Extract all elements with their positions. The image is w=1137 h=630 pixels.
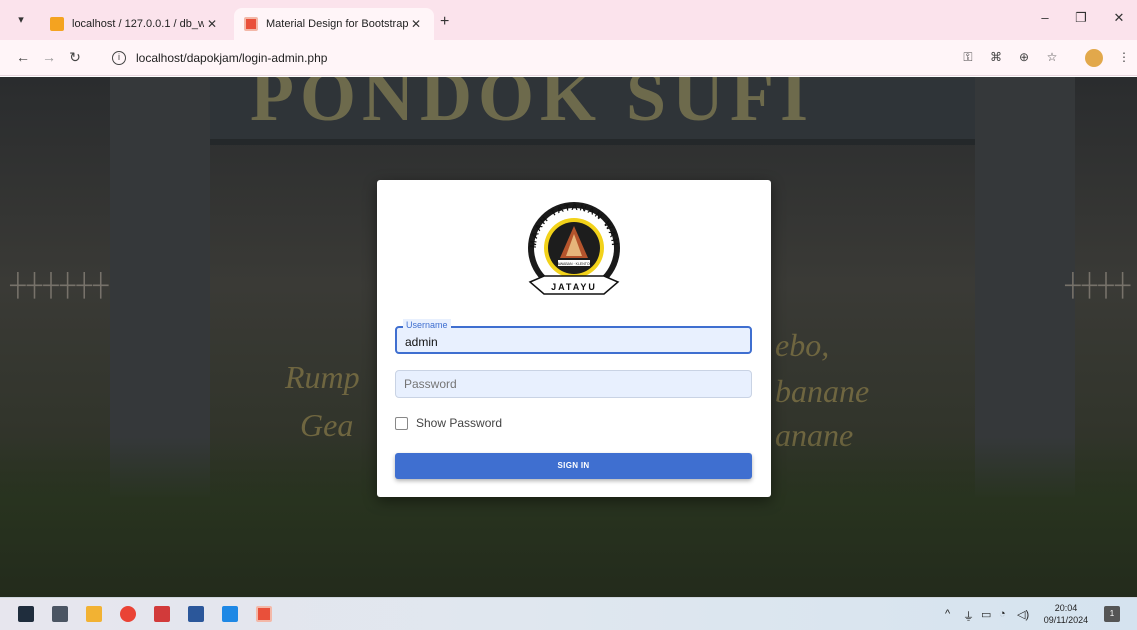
password-field[interactable] [395,370,752,398]
jatayu-logo: JAWABAN · KLENTON JAMAAH TATANAN WAHYU J… [514,186,620,295]
battery-icon[interactable]: ▭ [981,608,991,621]
background-script-text: ebo, [775,327,830,363]
tab-title: Material Design for Bootstrap [266,18,408,30]
show-password-label: Show Password [416,416,503,430]
chrome-icon[interactable] [120,606,136,622]
background-script-text: banane [775,373,870,409]
app-icon[interactable] [154,606,170,622]
back-arrow-icon[interactable]: ← [14,49,32,65]
new-tab-button[interactable]: + [440,13,449,31]
clock-time: 20:04 [1054,603,1078,613]
background-pillar [110,77,210,497]
clock[interactable]: 20:04 09/11/2024 [1040,602,1092,626]
mdb-app-icon[interactable] [256,606,272,622]
password-input[interactable] [396,371,751,397]
url-field[interactable]: i localhost/dapokjam/login-admin.php [100,46,940,70]
tab-phpmyadmin[interactable]: localhost / 127.0.0.1 / db_warg ✕ [40,8,230,40]
task-view-icon[interactable] [52,606,68,622]
browser-tab-bar: ▾ localhost / 127.0.0.1 / db_warg ✕ Mate… [0,0,1137,40]
wifi-icon[interactable]: ◔ [999,608,1006,620]
login-card: JAWABAN · KLENTON JAMAAH TATANAN WAHYU J… [377,180,771,497]
volume-icon[interactable]: ◁) [1017,608,1029,621]
chevron-down-icon[interactable]: ▾ [12,11,30,29]
reload-icon[interactable]: ↻ [66,49,84,66]
username-input[interactable] [397,328,750,352]
file-explorer-icon[interactable] [86,606,102,622]
tab-title: localhost / 127.0.0.1 / db_warg [72,18,204,30]
taskbar: ^ ⏚ ▭ ◔ ◁) 20:04 09/11/2024 1 [0,597,1137,630]
notification-icon[interactable]: 1 [1104,606,1120,622]
word-icon[interactable] [188,606,204,622]
tab-material-design[interactable]: Material Design for Bootstrap ✕ [234,8,434,40]
address-bar: ← → ↻ i localhost/dapokjam/login-admin.p… [0,40,1137,76]
zoom-icon[interactable]: ⊕ [1016,50,1032,64]
key-icon[interactable]: ⚿ [960,50,976,65]
windows-start-icon[interactable] [18,606,34,622]
kebab-menu-icon[interactable]: ⋮ [1116,50,1132,64]
site-info-icon[interactable]: i [112,51,126,65]
star-icon[interactable]: ☆ [1044,50,1060,64]
close-icon[interactable]: ✕ [408,17,424,31]
vscode-icon[interactable] [222,606,238,622]
translate-icon[interactable]: ⌘ [988,50,1004,64]
profile-avatar[interactable] [1085,49,1103,67]
restore-icon[interactable]: ❐ [1071,10,1091,26]
window-close-icon[interactable]: ✕ [1109,10,1129,26]
show-password-toggle[interactable]: Show Password [395,416,502,430]
url-text: localhost/dapokjam/login-admin.php [136,51,328,65]
background-script-text: Rump [285,359,360,395]
logo-inner-text: JAWABAN · KLENTON [556,262,593,266]
show-password-checkbox[interactable] [395,416,408,430]
background-sign-text: PONDOK SUFI [250,77,815,136]
username-field[interactable]: Username [395,319,752,354]
background-pillar [975,77,1075,497]
chevron-up-icon[interactable]: ^ [945,608,950,620]
usb-icon[interactable]: ⏚ [963,608,974,624]
logo-banner-text: JATAYU [551,282,597,292]
username-label: Username [403,319,451,331]
clock-date: 09/11/2024 [1043,615,1089,625]
forward-arrow-icon[interactable]: → [40,49,58,65]
mdb-favicon [244,17,258,31]
phpmyadmin-favicon [50,17,64,31]
background-fence: ┼┼┼┼┼┼ [10,272,110,297]
background-fence: ┼┼┼┼ [1065,272,1132,297]
minimize-icon[interactable]: – [1035,10,1055,25]
close-icon[interactable]: ✕ [204,17,220,31]
signin-button[interactable]: SIGN IN [395,453,752,479]
